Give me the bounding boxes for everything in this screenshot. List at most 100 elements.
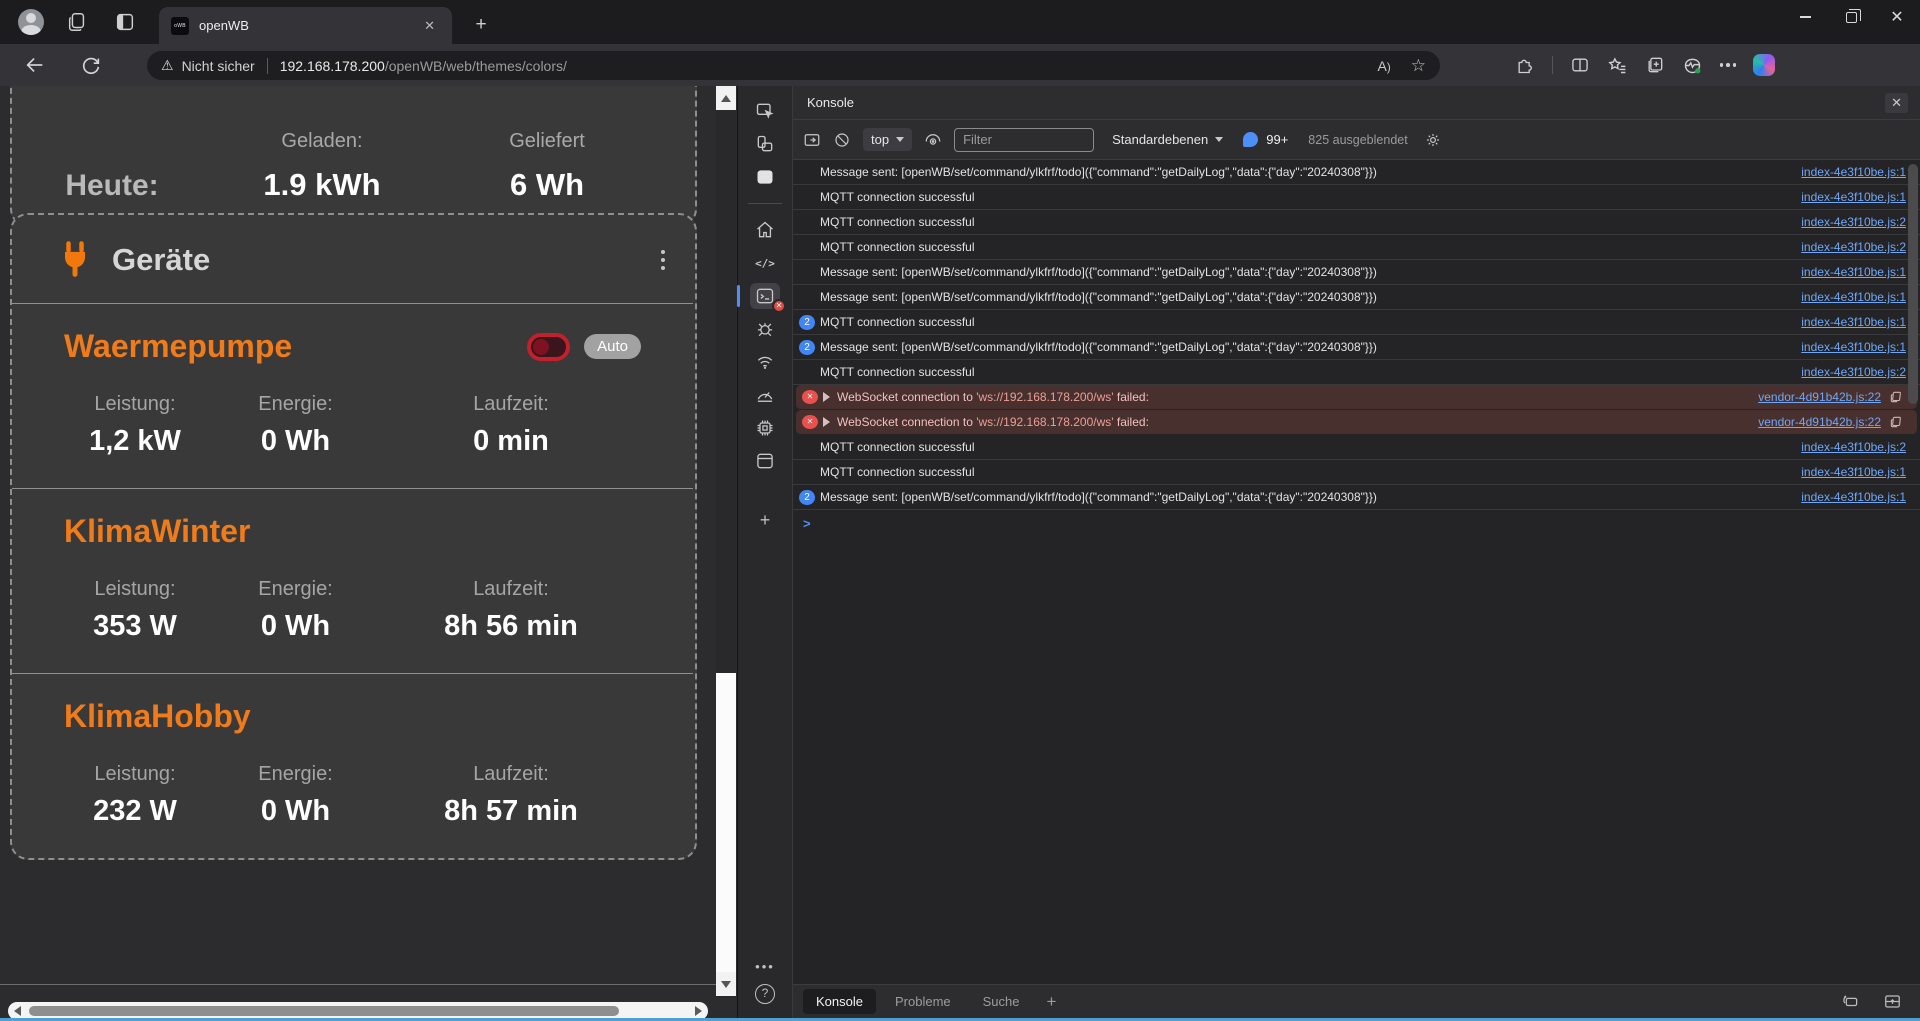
console-row[interactable]: MQTT connection successful index-4e3f10b…: [793, 185, 1920, 210]
console-icon[interactable]: ✕: [750, 283, 780, 309]
profile-avatar[interactable]: [18, 9, 44, 35]
source-link[interactable]: index-4e3f10be.js:1: [1781, 315, 1906, 329]
page-horizontal-scrollbar[interactable]: [8, 1002, 708, 1018]
more-menu-icon[interactable]: [1720, 63, 1737, 67]
tab-actions-icon[interactable]: [114, 11, 136, 33]
home-icon[interactable]: [750, 217, 780, 243]
messages-bubble-icon[interactable]: [1243, 132, 1258, 147]
console-row[interactable]: MQTT connection successful index-4e3f10b…: [793, 235, 1920, 260]
console-sidebar-icon[interactable]: [803, 131, 821, 149]
devtools-scrollbar-thumb[interactable]: [1908, 164, 1918, 404]
context-selector[interactable]: top: [863, 128, 912, 151]
console-row[interactable]: MQTT connection successful index-4e3f10b…: [793, 360, 1920, 385]
debugger-icon[interactable]: [750, 316, 780, 342]
scroll-down-button[interactable]: [716, 972, 736, 996]
help-icon[interactable]: ?: [755, 984, 775, 1004]
page-vertical-scrollbar[interactable]: [716, 86, 736, 998]
source-link[interactable]: index-4e3f10be.js:1: [1781, 190, 1906, 204]
devtools-close-icon[interactable]: ✕: [1885, 93, 1908, 113]
collections-icon[interactable]: [1645, 55, 1665, 75]
scroll-up-button[interactable]: [716, 86, 736, 110]
console-row[interactable]: 2 MQTT connection successful index-4e3f1…: [793, 310, 1920, 335]
console-log-area[interactable]: Message sent: [openWB/set/command/ylkfrf…: [793, 160, 1920, 984]
console-row[interactable]: MQTT connection successful index-4e3f10b…: [793, 460, 1920, 485]
refresh-icon[interactable]: [80, 54, 102, 76]
security-label[interactable]: Nicht sicher: [182, 58, 255, 74]
extensions-icon[interactable]: [1515, 55, 1535, 75]
settings-gear-icon[interactable]: [1424, 131, 1442, 149]
inspect-icon[interactable]: [750, 98, 780, 124]
address-bar[interactable]: ⚠ Nicht sicher 192.168.178.200/openWB/we…: [147, 51, 1440, 80]
source-link[interactable]: index-4e3f10be.js:2: [1781, 215, 1906, 229]
console-row[interactable]: 2 Message sent: [openWB/set/command/ylkf…: [793, 485, 1920, 510]
source-link[interactable]: index-4e3f10be.js:1: [1781, 340, 1906, 354]
memory-icon[interactable]: [750, 415, 780, 441]
clear-console-icon[interactable]: [833, 131, 851, 149]
source-link[interactable]: index-4e3f10be.js:2: [1781, 365, 1906, 379]
console-row[interactable]: MQTT connection successful index-4e3f10b…: [793, 210, 1920, 235]
source-link[interactable]: vendor-4d91b42b.js:22: [1738, 390, 1881, 404]
auto-badge[interactable]: Auto: [584, 334, 641, 359]
horizontal-scrollbar-thumb[interactable]: [29, 1006, 619, 1016]
window-close-button[interactable]: ✕: [1874, 0, 1920, 34]
log-levels-dropdown[interactable]: Standardebenen: [1112, 132, 1223, 147]
add-tools-icon[interactable]: +: [750, 507, 780, 533]
console-prompt-row[interactable]: >: [793, 510, 1920, 536]
console-row[interactable]: MQTT connection successful index-4e3f10b…: [793, 435, 1920, 460]
source-link[interactable]: index-4e3f10be.js:1: [1781, 490, 1906, 504]
scroll-left-icon[interactable]: [14, 1006, 21, 1016]
copilot-icon[interactable]: [1753, 54, 1775, 76]
device-toggle[interactable]: [527, 333, 570, 361]
window-maximize-button[interactable]: [1828, 0, 1874, 34]
close-tab-icon[interactable]: ✕: [419, 16, 440, 36]
console-row[interactable]: 2 Message sent: [openWB/set/command/ylkf…: [793, 335, 1920, 360]
welcome-icon[interactable]: [750, 164, 780, 190]
source-link[interactable]: index-4e3f10be.js:1: [1781, 165, 1906, 179]
drawer-tab[interactable]: Suche: [970, 989, 1033, 1014]
console-row[interactable]: Message sent: [openWB/set/command/ylkfrf…: [793, 260, 1920, 285]
drawer-tab[interactable]: Probleme: [882, 989, 964, 1014]
console-row[interactable]: Message sent: [openWB/set/command/ylkfrf…: [793, 285, 1920, 310]
browser-essentials-icon[interactable]: [1682, 55, 1703, 76]
url-path[interactable]: /openWB/web/themes/colors/: [385, 58, 567, 74]
network-icon[interactable]: [750, 349, 780, 375]
expander-icon[interactable]: [823, 417, 830, 427]
favorites-bar-icon[interactable]: [1607, 55, 1628, 76]
source-link[interactable]: index-4e3f10be.js:1: [1781, 290, 1906, 304]
url-host[interactable]: 192.168.178.200: [280, 58, 385, 74]
console-filter-input[interactable]: [954, 128, 1094, 152]
new-tab-button[interactable]: +: [468, 12, 494, 38]
source-link[interactable]: index-4e3f10be.js:2: [1781, 240, 1906, 254]
console-row[interactable]: ✕ WebSocket connection to 'ws://192.168.…: [796, 385, 1917, 410]
device-emulation-icon[interactable]: [750, 131, 780, 157]
favorite-star-icon[interactable]: ☆: [1411, 56, 1426, 76]
expand-drawer-icon[interactable]: [1883, 992, 1902, 1011]
console-row[interactable]: ✕ WebSocket connection to 'ws://192.168.…: [796, 410, 1917, 435]
performance-icon[interactable]: [750, 382, 780, 408]
expander-icon[interactable]: [823, 392, 830, 402]
device-posture-icon[interactable]: [1840, 992, 1859, 1011]
drawer-add-tab-icon[interactable]: +: [1047, 992, 1057, 1012]
source-link[interactable]: index-4e3f10be.js:2: [1781, 440, 1906, 454]
window-minimize-button[interactable]: [1782, 0, 1828, 34]
drawer-tab[interactable]: Konsole: [803, 989, 876, 1014]
back-icon[interactable]: [24, 54, 46, 76]
scroll-right-icon[interactable]: [695, 1006, 702, 1016]
copy-stack-icon[interactable]: [1889, 415, 1903, 429]
row-icon: ✕: [802, 390, 818, 404]
browser-tab-openwb[interactable]: oWB openWB ✕: [159, 7, 452, 44]
more-tools-icon[interactable]: •••: [755, 959, 775, 974]
console-row[interactable]: Message sent: [openWB/set/command/ylkfrf…: [793, 160, 1920, 185]
kebab-menu-icon[interactable]: [653, 242, 674, 278]
source-link[interactable]: index-4e3f10be.js:1: [1781, 265, 1906, 279]
sources-icon[interactable]: </>: [750, 250, 780, 276]
split-screen-icon[interactable]: [1570, 55, 1590, 75]
source-link[interactable]: index-4e3f10be.js:1: [1781, 465, 1906, 479]
copy-stack-icon[interactable]: [1889, 390, 1903, 404]
workspaces-icon[interactable]: [66, 11, 88, 33]
application-icon[interactable]: [750, 448, 780, 474]
read-aloud-icon[interactable]: A): [1378, 58, 1391, 74]
vertical-scrollbar-thumb[interactable]: [716, 673, 736, 972]
source-link[interactable]: vendor-4d91b42b.js:22: [1738, 415, 1881, 429]
live-expression-icon[interactable]: [924, 131, 942, 149]
